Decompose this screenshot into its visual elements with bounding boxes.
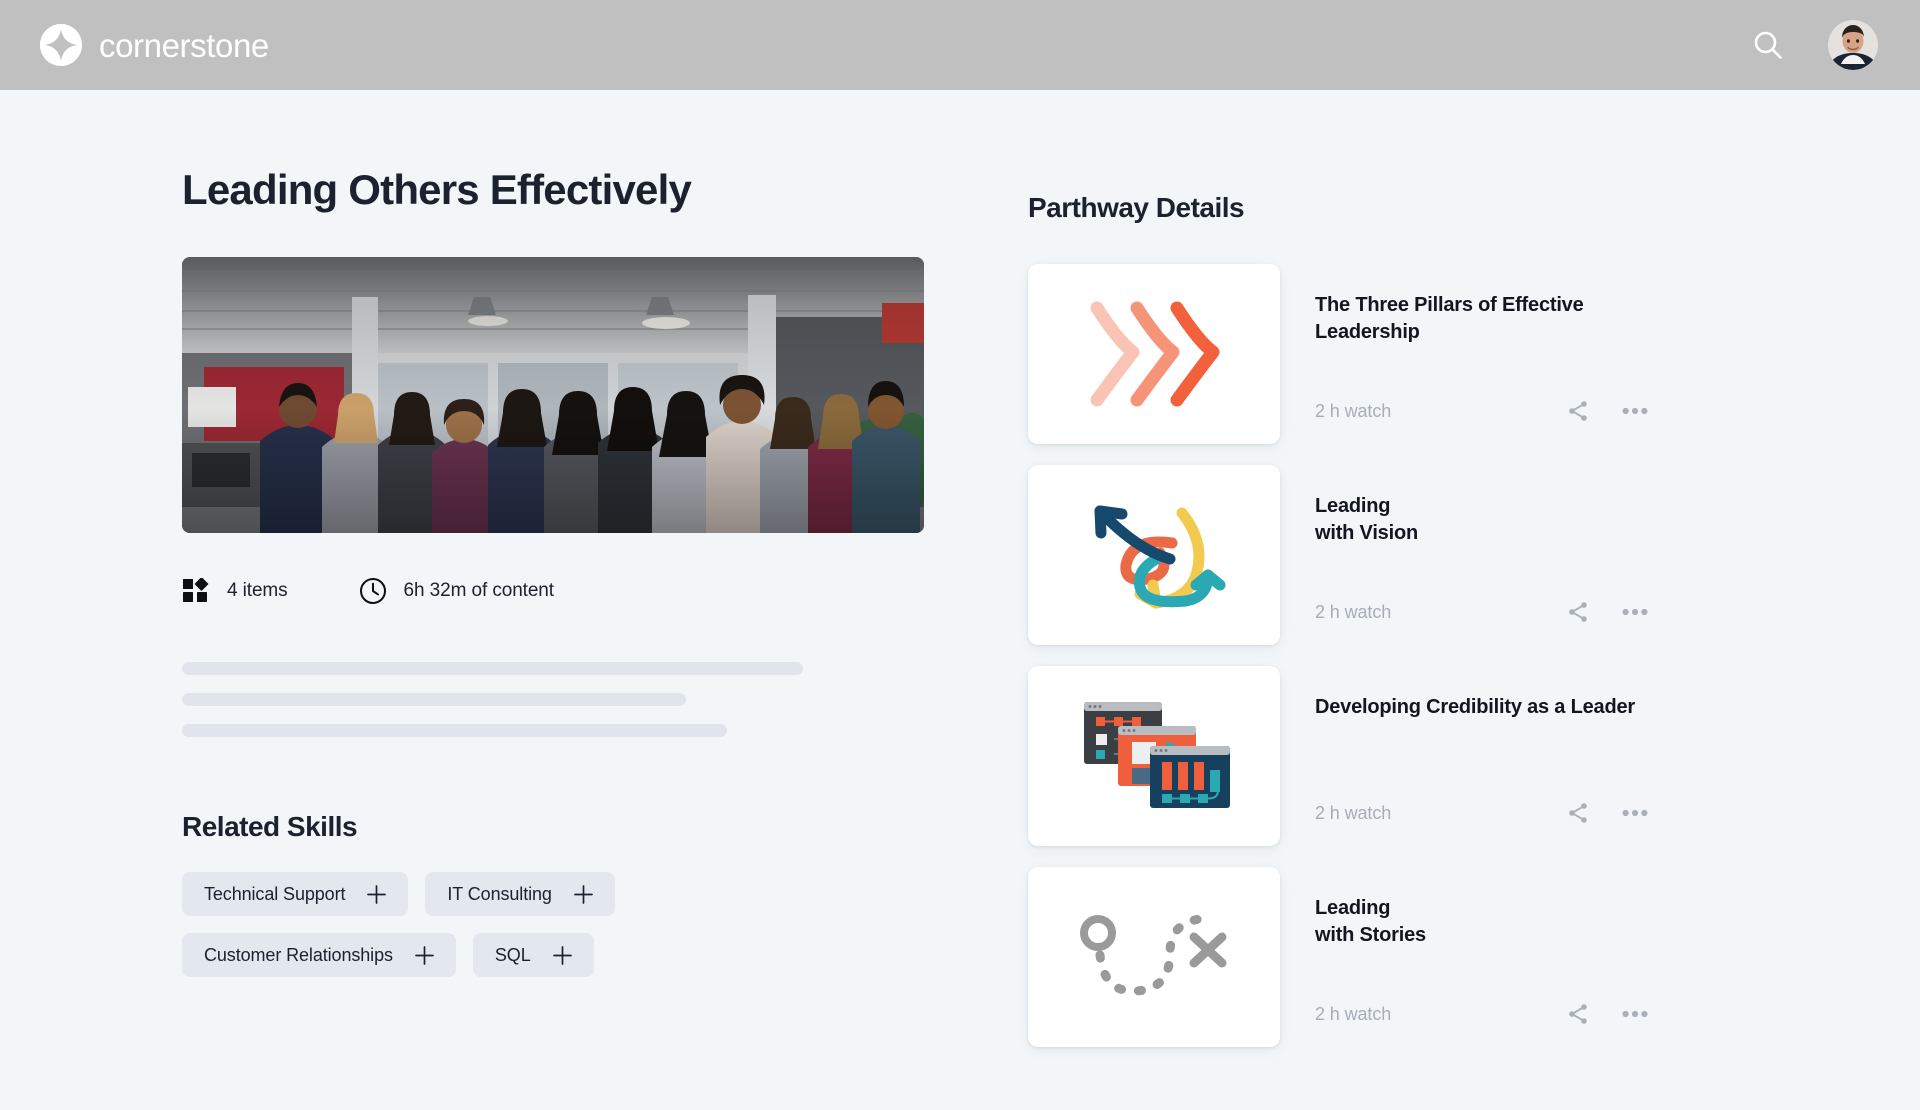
skill-chip-label: Technical Support: [204, 883, 346, 904]
list-item-footer: 2 h watch: [1315, 398, 1740, 424]
content-wrapper: Leading Others Effectively 4 items 6h 32…: [180, 166, 1740, 1047]
brand-logo[interactable]: cornerstone: [40, 24, 269, 66]
list-item-footer: 2 h watch: [1315, 599, 1740, 625]
skeleton-line: [182, 724, 727, 737]
related-skills-list: Technical Support IT Consulting Customer…: [182, 872, 924, 977]
list-item-body: Leading with Stories 2 h watch: [1315, 867, 1740, 1047]
dashed-path-treasure-map-illustration[interactable]: [1028, 867, 1280, 1047]
triple-chevron-arrows-illustration[interactable]: [1028, 264, 1280, 444]
skill-chip-row: Customer Relationships SQL: [182, 933, 924, 977]
meta-item-items: 4 items: [182, 577, 288, 605]
pathway-item-duration: 2 h watch: [1315, 1003, 1392, 1024]
more-options-icon[interactable]: [1622, 599, 1648, 625]
skill-chip-technical-support[interactable]: Technical Support: [182, 872, 409, 916]
list-item-footer: 2 h watch: [1315, 800, 1740, 826]
skill-chip-row: Technical Support IT Consulting: [182, 872, 924, 916]
related-skills-heading: Related Skills: [182, 811, 358, 842]
pathway-item-title[interactable]: Developing Credibility as a Leader: [1315, 694, 1645, 721]
list-item-actions: [1565, 398, 1740, 424]
list-item-body: Leading with Vision 2 h watch: [1315, 465, 1740, 645]
list-item-actions: [1565, 1001, 1740, 1027]
plus-icon: [552, 945, 572, 965]
pathway-item-title[interactable]: Leading with Stories: [1315, 895, 1645, 949]
meta-items-label: 4 items: [227, 580, 288, 601]
plus-icon: [367, 884, 387, 904]
list-item: Developing Credibility as a Leader 2 h w…: [1028, 666, 1740, 846]
list-item-body: The Three Pillars of Effective Leadershi…: [1315, 264, 1740, 444]
more-options-icon[interactable]: [1622, 398, 1648, 424]
left-column: Leading Others Effectively 4 items 6h 32…: [182, 166, 924, 1047]
meta-item-duration: 6h 32m of content: [359, 577, 554, 605]
description-skeleton: [182, 662, 924, 737]
pathway-details-heading: Parthway Details: [1028, 192, 1245, 223]
meta-duration-label: 6h 32m of content: [403, 580, 555, 601]
list-item-body: Developing Credibility as a Leader 2 h w…: [1315, 666, 1740, 846]
plus-icon: [573, 884, 593, 904]
list-item: Leading with Stories 2 h watch: [1028, 867, 1740, 1047]
pathway-item-duration: 2 h watch: [1315, 601, 1392, 622]
list-item-actions: [1565, 800, 1740, 826]
app-header: cornerstone: [0, 0, 1920, 90]
header-actions: [1750, 20, 1878, 70]
share-icon[interactable]: [1565, 398, 1591, 424]
more-options-icon[interactable]: [1622, 1001, 1648, 1027]
page-body: Leading Others Effectively 4 items 6h 32…: [0, 90, 1920, 1110]
pathway-item-title[interactable]: Leading with Vision: [1315, 493, 1645, 547]
skeleton-line: [182, 693, 686, 706]
skill-chip-sql[interactable]: SQL: [472, 933, 594, 977]
avatar[interactable]: [1828, 20, 1878, 70]
list-item-actions: [1565, 599, 1740, 625]
pathway-meta: 4 items 6h 32m of content: [182, 575, 924, 607]
skill-chip-customer-relationships[interactable]: Customer Relationships: [182, 933, 456, 977]
pathway-item-duration: 2 h watch: [1315, 400, 1392, 421]
page-title: Leading Others Effectively: [182, 166, 692, 213]
crossing-arrows-illustration[interactable]: [1028, 465, 1280, 645]
share-icon[interactable]: [1565, 599, 1591, 625]
pathway-items-list: The Three Pillars of Effective Leadershi…: [1028, 264, 1740, 1047]
more-options-icon[interactable]: [1622, 800, 1648, 826]
pathway-item-title[interactable]: The Three Pillars of Effective Leadershi…: [1315, 292, 1645, 346]
share-icon[interactable]: [1565, 800, 1591, 826]
pathway-item-duration: 2 h watch: [1315, 802, 1392, 823]
search-icon[interactable]: [1750, 27, 1786, 63]
brand-name: cornerstone: [99, 26, 269, 64]
skill-chip-it-consulting[interactable]: IT Consulting: [425, 872, 615, 916]
grid-items-icon: [182, 577, 210, 605]
list-item: The Three Pillars of Effective Leadershi…: [1028, 264, 1740, 444]
list-item: Leading with Vision 2 h watch: [1028, 465, 1740, 645]
pathway-hero-image: [182, 257, 924, 533]
clock-icon: [359, 577, 387, 605]
plus-icon: [415, 945, 434, 965]
list-item-footer: 2 h watch: [1315, 1001, 1740, 1027]
share-icon[interactable]: [1565, 1001, 1591, 1027]
skill-chip-label: SQL: [494, 944, 531, 965]
cornerstone-spark-icon: [40, 24, 82, 66]
skeleton-line: [182, 662, 803, 675]
skill-chip-label: IT Consulting: [447, 883, 552, 904]
stacked-dashboard-windows-illustration[interactable]: [1028, 666, 1280, 846]
skill-chip-label: Customer Relationships: [204, 944, 393, 965]
right-column: Parthway Details The Three Pillars of Ef…: [1028, 166, 1740, 1047]
